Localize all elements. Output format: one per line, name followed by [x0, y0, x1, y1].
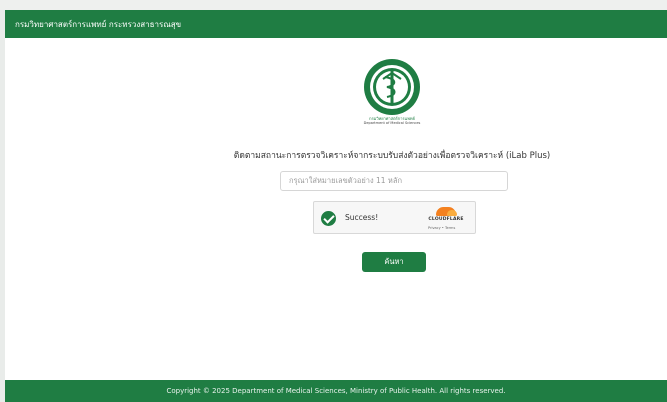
department-seal-icon	[358, 57, 426, 117]
header-title: กรมวิทยาศาสตร์การแพทย์ กระทรวงสาธารณสุข	[15, 19, 182, 29]
site-footer: Copyright © 2025 Department of Medical S…	[5, 380, 667, 402]
site-header: กรมวิทยาศาสตร์การแพทย์ กระทรวงสาธารณสุข	[5, 10, 667, 38]
captcha-links[interactable]: Privacy • Terms	[428, 226, 455, 230]
captcha-widget[interactable]: Success! CLOUDFLARE Privacy • Terms	[313, 201, 476, 234]
cloudflare-wordmark: CLOUDFLARE	[428, 217, 464, 222]
logo-caption-english: Department of Medical Sciences	[363, 121, 421, 125]
sample-number-input[interactable]: กรุณาใส่หมายเลขตัวอย่าง 11 หลัก	[280, 171, 508, 191]
cloudflare-logo: CLOUDFLARE	[424, 207, 468, 225]
page-title: ติดตามสถานะการตรวจวิเคราะห์จากระบบรับส่ง…	[233, 151, 551, 161]
check-circle-icon	[321, 211, 336, 226]
logo-caption: กรมวิทยาศาสตร์การแพทย์ Department of Med…	[342, 116, 442, 126]
cloud-icon	[436, 207, 457, 216]
footer-copyright: Copyright © 2025 Department of Medical S…	[166, 387, 506, 395]
captcha-status: Success!	[345, 213, 379, 222]
search-button[interactable]: ค้นหา	[362, 252, 426, 272]
browser-top-strip	[0, 0, 667, 10]
